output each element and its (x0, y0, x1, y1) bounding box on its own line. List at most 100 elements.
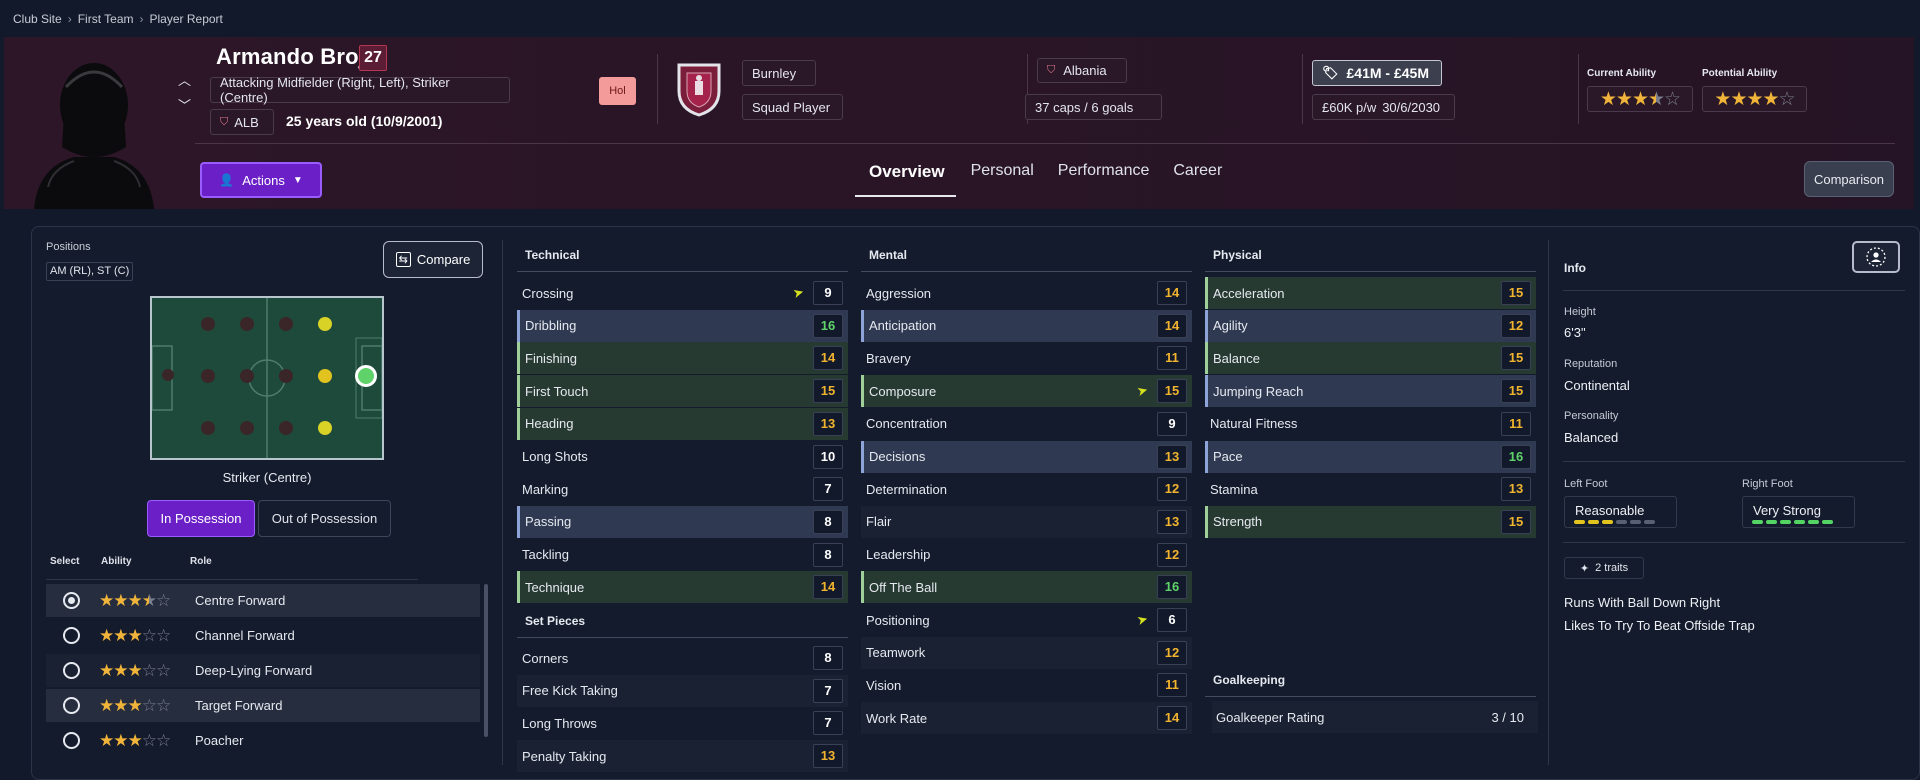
position-dot-natural[interactable] (318, 317, 332, 331)
attribute-name: Long Throws (522, 715, 597, 731)
attribute-row[interactable]: Teamwork 12 (861, 636, 1192, 669)
in-possession-toggle[interactable]: In Possession (147, 500, 255, 537)
attribute-name: Pace (1213, 449, 1243, 464)
comparison-button[interactable]: Comparison (1804, 161, 1894, 197)
breadcrumb-club-site[interactable]: Club Site (13, 12, 62, 26)
attribute-row[interactable]: Off The Ball 16 (861, 571, 1192, 604)
role-radio[interactable] (63, 592, 80, 609)
attribute-row[interactable]: Tackling 8 (517, 539, 848, 571)
breadcrumb-first-team[interactable]: First Team (78, 12, 134, 26)
attribute-value: 12 (1157, 542, 1187, 567)
attribute-row[interactable]: Pace 16 (1205, 440, 1536, 473)
position-dot-natural[interactable] (318, 421, 332, 435)
status-badge[interactable]: Hol (599, 77, 636, 105)
attribute-name: Teamwork (866, 645, 926, 661)
compare-button[interactable]: ⇆ Compare (383, 241, 483, 278)
attribute-value: 15 (1501, 281, 1531, 305)
attribute-row[interactable]: Long Throws 7 (517, 707, 848, 739)
attribute-row[interactable]: First Touch 15 (517, 375, 848, 408)
attribute-row[interactable]: Vision 11 (861, 669, 1192, 701)
attribute-row[interactable]: Decisions 13 (861, 440, 1192, 473)
traits-button[interactable]: ✦ 2 traits (1564, 557, 1644, 579)
attribute-row[interactable]: Bravery 11 (861, 342, 1192, 374)
transfer-value-box[interactable]: 🏷 £41M - £45M (1312, 60, 1442, 86)
attribute-row[interactable]: Composure ➤ 15 (861, 375, 1192, 408)
attribute-row[interactable]: Marking 7 (517, 473, 848, 505)
player-card-button[interactable] (1852, 241, 1900, 273)
divider (1205, 696, 1536, 697)
position-dot[interactable] (279, 421, 293, 435)
attribute-row[interactable]: Finishing 14 (517, 342, 848, 375)
position-dot[interactable] (240, 317, 254, 331)
role-row[interactable]: ★★★☆☆ Deep-Lying Forward (46, 654, 480, 687)
foot-meter-segment (1602, 520, 1613, 524)
position-dot[interactable] (240, 421, 254, 435)
role-radio[interactable] (63, 697, 80, 714)
position-dot[interactable] (279, 369, 293, 383)
attribute-row[interactable]: Leadership 12 (861, 539, 1192, 571)
tab-overview[interactable]: Overview (855, 158, 959, 186)
attribute-row[interactable]: Flair 13 (861, 505, 1192, 538)
chevron-up-icon[interactable]: ︿ (178, 70, 191, 89)
pitch-position-map[interactable] (150, 296, 384, 460)
attribute-value: 13 (813, 411, 843, 436)
attribute-row[interactable]: Jumping Reach 15 (1205, 375, 1536, 408)
out-of-possession-toggle[interactable]: Out of Possession (258, 500, 391, 537)
attribute-row[interactable]: Strength 15 (1205, 505, 1536, 538)
role-row[interactable]: ★★★★☆ Centre Forward (46, 584, 480, 617)
roles-scrollbar[interactable] (484, 584, 488, 737)
role-ability-stars: ★★★☆☆ (99, 695, 171, 715)
role-row[interactable]: ★★★☆☆ Channel Forward (46, 619, 480, 652)
tab-performance[interactable]: Performance (1046, 158, 1162, 186)
attribute-row[interactable]: Aggression 14 (861, 277, 1192, 309)
attribute-row[interactable]: Anticipation 14 (861, 309, 1192, 342)
attribute-row[interactable]: Concentration 9 (861, 408, 1192, 440)
attribute-row[interactable]: Work Rate 14 (861, 702, 1192, 735)
attribute-row[interactable]: Dribbling 16 (517, 309, 848, 342)
position-dot[interactable] (240, 369, 254, 383)
pitch-lines (152, 298, 382, 458)
attribute-row[interactable]: Heading 13 (517, 407, 848, 440)
attribute-row[interactable]: Stamina 13 (1205, 473, 1536, 505)
key-attribute-arrow-icon: ➤ (1135, 381, 1150, 400)
player-name: Armando Broja (216, 44, 378, 69)
role-radio[interactable] (63, 662, 80, 679)
nation-box[interactable]: ⛉ Albania (1037, 58, 1127, 83)
role-ability-stars: ★★★☆☆ (99, 660, 171, 680)
personality-value: Balanced (1564, 430, 1619, 445)
attribute-row[interactable]: Technique 14 (517, 571, 848, 604)
attribute-row[interactable]: Balance 15 (1205, 342, 1536, 375)
position-dot[interactable] (201, 369, 215, 383)
attribute-name: Natural Fitness (1210, 416, 1298, 432)
attribute-row[interactable]: Free Kick Taking 7 (517, 674, 848, 707)
role-radio[interactable] (63, 627, 80, 644)
chevron-down-icon[interactable]: ﹀ (178, 95, 191, 114)
club-name[interactable]: Burnley (742, 60, 816, 86)
position-dot-selected[interactable] (355, 365, 377, 387)
club-crest-icon[interactable] (675, 61, 723, 117)
position-dot[interactable] (162, 369, 174, 381)
attribute-row[interactable]: Natural Fitness 11 (1205, 408, 1536, 440)
attribute-row[interactable]: Agility 12 (1205, 309, 1536, 342)
position-dot[interactable] (201, 317, 215, 331)
attribute-name: Strength (1213, 514, 1263, 530)
attribute-row[interactable]: Penalty Taking 13 (517, 740, 848, 773)
role-row[interactable]: ★★★☆☆ Poacher (46, 724, 480, 757)
tab-career[interactable]: Career (1161, 158, 1234, 186)
position-dot[interactable] (279, 317, 293, 331)
actions-button[interactable]: 👤 Actions ▼ (200, 162, 322, 198)
tab-personal[interactable]: Personal (959, 158, 1046, 186)
attribute-row[interactable]: Crossing ➤ 9 (517, 277, 848, 309)
attribute-row[interactable]: Long Shots 10 (517, 441, 848, 473)
attribute-name: Work Rate (866, 710, 928, 726)
role-row[interactable]: ★★★☆☆ Target Forward (46, 689, 480, 722)
attribute-row[interactable]: Acceleration 15 (1205, 277, 1536, 309)
attribute-name: Penalty Taking (522, 748, 607, 764)
position-dot[interactable] (201, 421, 215, 435)
role-radio[interactable] (63, 732, 80, 749)
attribute-row[interactable]: Corners 8 (517, 642, 848, 674)
attribute-row[interactable]: Positioning ➤ 6 (861, 604, 1192, 636)
position-dot-natural[interactable] (318, 369, 332, 383)
attribute-row[interactable]: Determination 12 (861, 473, 1192, 505)
attribute-row[interactable]: Passing 8 (517, 505, 848, 538)
